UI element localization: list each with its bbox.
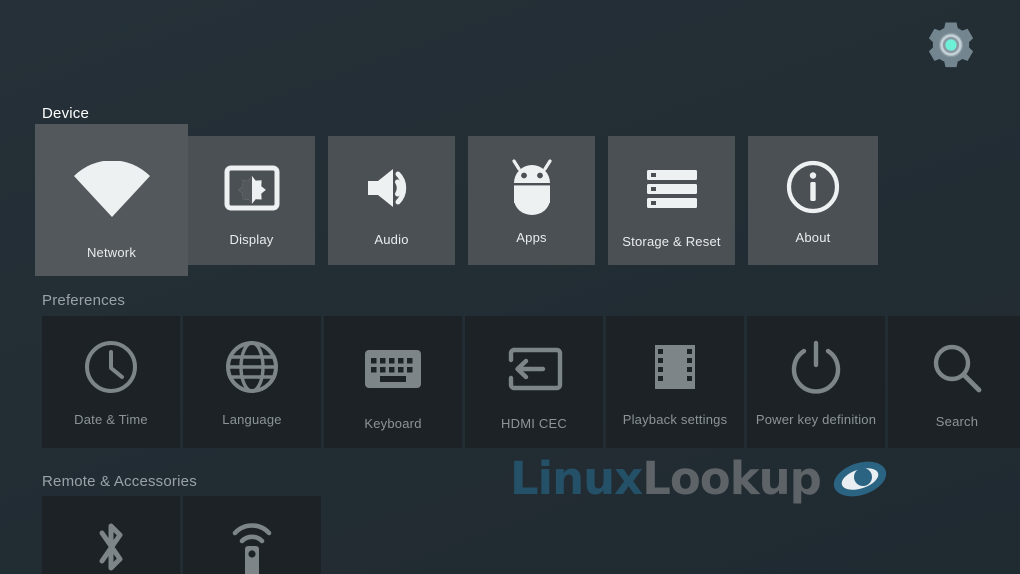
tile-date-time[interactable]: Date & Time (42, 316, 180, 448)
settings-gear-icon[interactable] (925, 19, 977, 71)
film-icon (653, 340, 697, 394)
keyboard-icon (364, 344, 422, 394)
tile-label-power-key-definition: Power key definition (755, 412, 877, 427)
tile-about[interactable]: About (748, 136, 878, 265)
tile-bluetooth[interactable] (42, 496, 180, 574)
tile-playback-settings[interactable]: Playback settings (606, 316, 744, 448)
remote-icon (227, 518, 277, 574)
tile-label-display: Display (229, 232, 274, 247)
tile-label-search: Search (935, 414, 979, 429)
settings-screen: Device Network Display Audio Apps Storag… (0, 0, 1020, 574)
tile-keyboard[interactable]: Keyboard (324, 316, 462, 448)
tile-label-storage-reset: Storage & Reset (622, 234, 721, 249)
storage-icon (645, 162, 699, 216)
tile-label-language: Language (222, 412, 282, 427)
tile-label-keyboard: Keyboard (364, 416, 422, 431)
search-icon (931, 340, 983, 396)
power-icon (790, 338, 842, 396)
globe-icon (224, 338, 280, 396)
section-label-remote-accessories: Remote & Accessories (42, 473, 197, 490)
clock-icon (83, 338, 139, 396)
audio-icon (364, 160, 420, 216)
bluetooth-icon (89, 518, 133, 574)
tile-label-apps: Apps (516, 230, 547, 245)
watermark: LinuxLookup (510, 456, 889, 501)
tile-remote[interactable] (183, 496, 321, 574)
wifi-icon (72, 157, 152, 223)
tile-label-playback-settings: Playback settings (622, 412, 728, 427)
tile-search[interactable]: Search (888, 316, 1020, 448)
tile-label-about: About (795, 230, 831, 245)
eye-logo-icon (833, 461, 887, 496)
info-icon (785, 158, 841, 216)
hdmi-cec-icon (505, 344, 563, 394)
tile-apps[interactable]: Apps (468, 136, 595, 265)
watermark-text-lookup: Lookup (642, 452, 822, 505)
tile-label-date-time: Date & Time (74, 412, 148, 427)
section-label-preferences: Preferences (42, 292, 126, 309)
tile-power-key-definition[interactable]: Power key definition (747, 316, 885, 448)
tile-storage-reset[interactable]: Storage & Reset (608, 136, 735, 265)
tile-label-network: Network (86, 245, 137, 260)
display-icon (224, 160, 280, 216)
section-label-device: Device (42, 105, 90, 122)
tile-label-hdmi-cec: HDMI CEC (501, 416, 567, 431)
android-icon (506, 158, 558, 216)
watermark-text-linux: Linux (510, 452, 643, 505)
tile-language[interactable]: Language (183, 316, 321, 448)
tile-display[interactable]: Display (188, 136, 315, 265)
tile-hdmi-cec[interactable]: HDMI CEC (465, 316, 603, 448)
tile-label-audio: Audio (374, 232, 409, 247)
tile-network[interactable]: Network (35, 124, 188, 276)
tile-audio[interactable]: Audio (328, 136, 455, 265)
